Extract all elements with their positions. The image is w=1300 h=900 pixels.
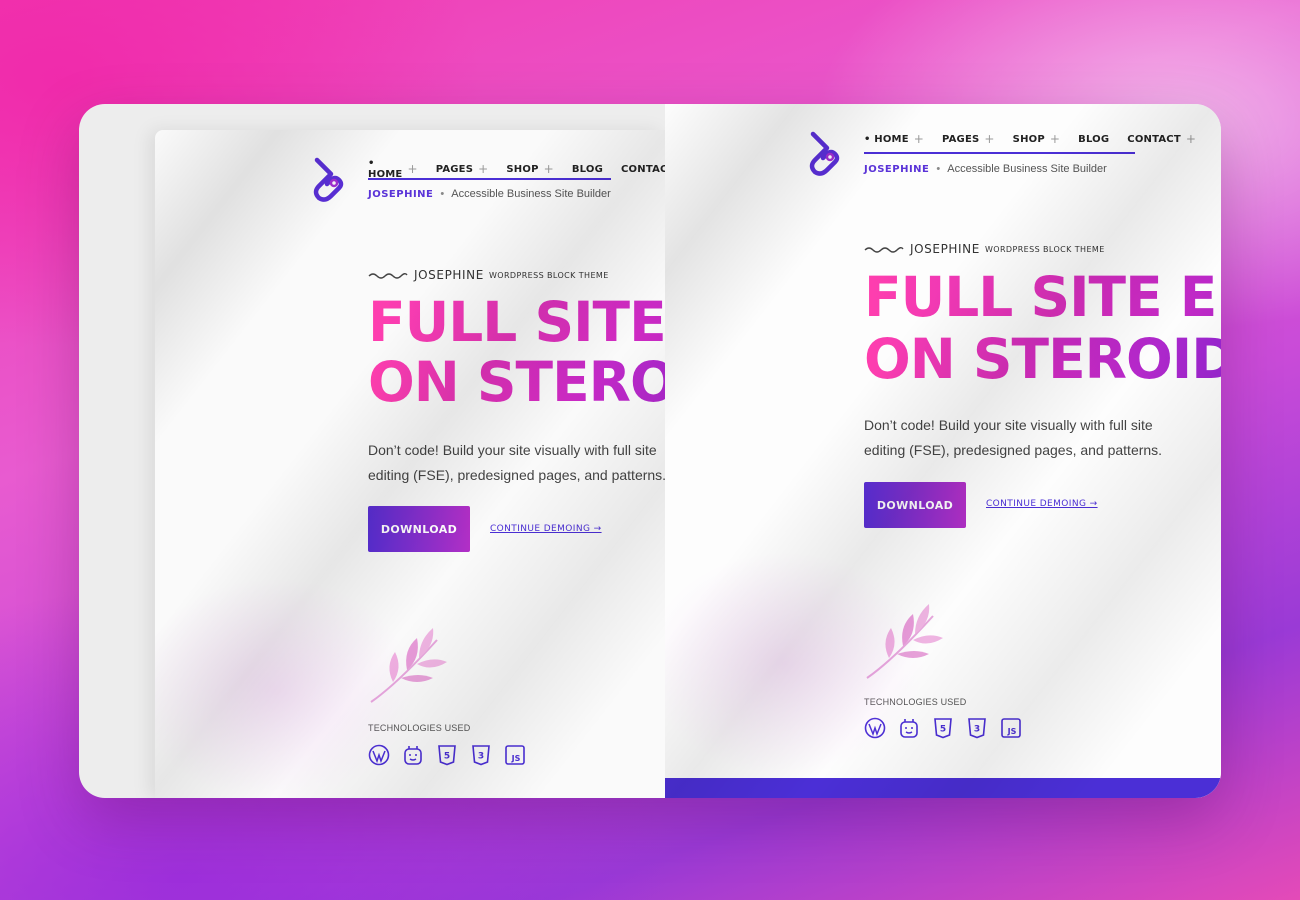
wordpress-icon [864, 717, 886, 739]
javascript-icon: JS [505, 745, 525, 765]
hero-headline-line1: FULL SITE EDITING [368, 293, 665, 352]
svg-text:5: 5 [940, 725, 946, 735]
site-description: Accessible Business Site Builder [451, 188, 611, 200]
nav-item-shop[interactable]: SHOP + [1013, 132, 1060, 146]
logo-icon[interactable] [311, 156, 345, 202]
css3-icon: 3 [968, 718, 986, 739]
site-tagline: JOSEPHINE • Accessible Business Site Bui… [864, 163, 1107, 175]
svg-text:3: 3 [974, 725, 980, 735]
wave-icon [864, 247, 904, 253]
download-button[interactable]: DOWNLOAD [864, 482, 966, 528]
hero-headline-line2: ON STEROIDS [864, 330, 1221, 389]
html5-icon: 5 [438, 745, 456, 766]
leaf-icon [863, 596, 949, 687]
nav-item-home[interactable]: • HOME + [864, 132, 924, 146]
logo-icon[interactable] [807, 130, 841, 176]
technologies-label: TECHNOLOGIES USED [368, 723, 471, 733]
site-title[interactable]: JOSEPHINE [864, 164, 929, 175]
hero-eyebrow: JOSEPHINE WORDPRESS BLOCK THEME [864, 242, 1105, 256]
javascript-icon: JS [1001, 718, 1021, 738]
main-nav: • HOME+ PAGES+ SHOP+ BLOG CONTACT+ [368, 158, 665, 180]
site-description: Accessible Business Site Builder [947, 163, 1107, 175]
nav-item-contact[interactable]: CONTACT+ [621, 162, 665, 176]
nav-item-blog[interactable]: BLOG [572, 164, 603, 175]
svg-text:3: 3 [478, 752, 484, 762]
nav-item-contact[interactable]: CONTACT+ [1127, 132, 1196, 146]
css3-icon: 3 [472, 745, 490, 766]
nav-item-pages[interactable]: PAGES + [942, 132, 995, 146]
leaf-icon [367, 620, 453, 711]
right-page-preview: • HOME + PAGES + SHOP + BLOG CONTACT + JOSEP… [665, 104, 1221, 798]
hero-headline-line2: ON STEROIDS [368, 353, 665, 412]
continue-demoing-link[interactable]: CONTINUE DEMOING → [986, 499, 1098, 509]
footer-accent-bar [665, 778, 1221, 798]
nav-item-shop[interactable]: SHOP + [506, 162, 553, 176]
hero-headline-line1: FULL SITE EDITING [864, 268, 1221, 327]
nav-underline [368, 178, 611, 180]
nav-underline [864, 152, 1135, 154]
technologies-icons: 5 3 JS [864, 717, 1034, 739]
svg-text:JS: JS [1007, 727, 1017, 736]
site-title[interactable]: JOSEPHINE [368, 189, 433, 200]
html5-icon: 5 [934, 718, 952, 739]
wave-icon [368, 273, 408, 279]
nav-item-pages[interactable]: PAGES + [436, 162, 489, 176]
left-page-preview: • HOME+ PAGES+ SHOP+ BLOG CONTACT+ JOSEP… [155, 130, 665, 798]
hero-eyebrow: JOSEPHINE WORDPRESS BLOCK THEME [368, 268, 609, 282]
svg-text:5: 5 [444, 752, 450, 762]
gutenberg-icon [900, 719, 918, 738]
nav-item-home[interactable]: • HOME + [368, 158, 418, 180]
svg-text:JS: JS [511, 754, 521, 763]
continue-demoing-link[interactable]: CONTINUE DEMOING → [490, 524, 602, 534]
nav-item-blog[interactable]: BLOG [1078, 134, 1109, 145]
technologies-icons: 5 3 JS [368, 744, 538, 766]
hero-description-line1: Don’t code! Build your site visually wit… [368, 442, 657, 458]
gutenberg-icon [404, 746, 422, 765]
download-button[interactable]: DOWNLOAD [368, 506, 470, 552]
mockup-frame: • HOME+ PAGES+ SHOP+ BLOG CONTACT+ JOSEP… [79, 104, 1221, 798]
technologies-label: TECHNOLOGIES USED [864, 697, 967, 707]
main-nav: • HOME+ PAGES+ SHOP+ BLOG CONTACT+ [864, 132, 1214, 146]
site-tagline: JOSEPHINE • Accessible Business Site Bui… [368, 188, 611, 200]
hero-description-line1: Don’t code! Build your site visually wit… [864, 417, 1153, 433]
hero-description-line2: editing (FSE), predesigned pages, and pa… [864, 442, 1163, 458]
wordpress-icon [368, 744, 390, 766]
hero-description-line2: editing (FSE), predesigned pages, and pa… [368, 467, 665, 483]
